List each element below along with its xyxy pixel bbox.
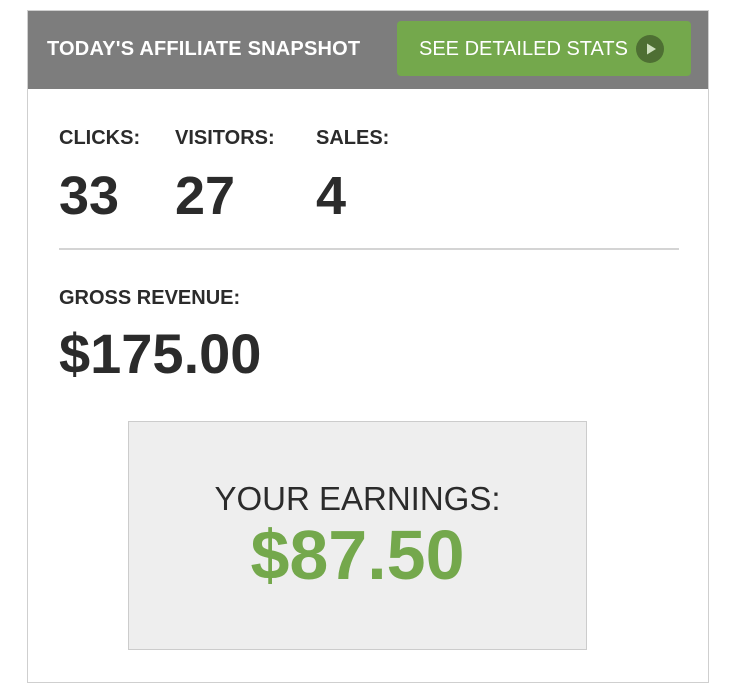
gross-revenue-label: GROSS REVENUE: [59, 287, 241, 309]
play-icon [636, 35, 664, 63]
see-detailed-stats-button[interactable]: SEE DETAILED STATS [397, 21, 691, 76]
clicks-value: 33 [59, 166, 120, 226]
visitors-label: VISITORS: [175, 127, 275, 149]
sales-value: 4 [316, 166, 347, 226]
gross-revenue-value: $175.00 [59, 322, 262, 385]
clicks-label: CLICKS: [59, 127, 141, 149]
earnings-label: YOUR EARNINGS: [214, 480, 501, 517]
snapshot-header: TODAY'S AFFILIATE SNAPSHOT SEE DETAILED … [28, 11, 708, 89]
earnings-value: $87.50 [250, 516, 465, 594]
section-divider [59, 248, 679, 250]
affiliate-snapshot-card: TODAY'S AFFILIATE SNAPSHOT SEE DETAILED … [27, 10, 709, 683]
visitors-value: 27 [175, 166, 236, 226]
snapshot-title: TODAY'S AFFILIATE SNAPSHOT [47, 38, 361, 60]
earnings-box: YOUR EARNINGS: $87.50 [128, 421, 587, 650]
sales-label: SALES: [316, 127, 390, 149]
see-detailed-stats-label: SEE DETAILED STATS [419, 38, 628, 60]
